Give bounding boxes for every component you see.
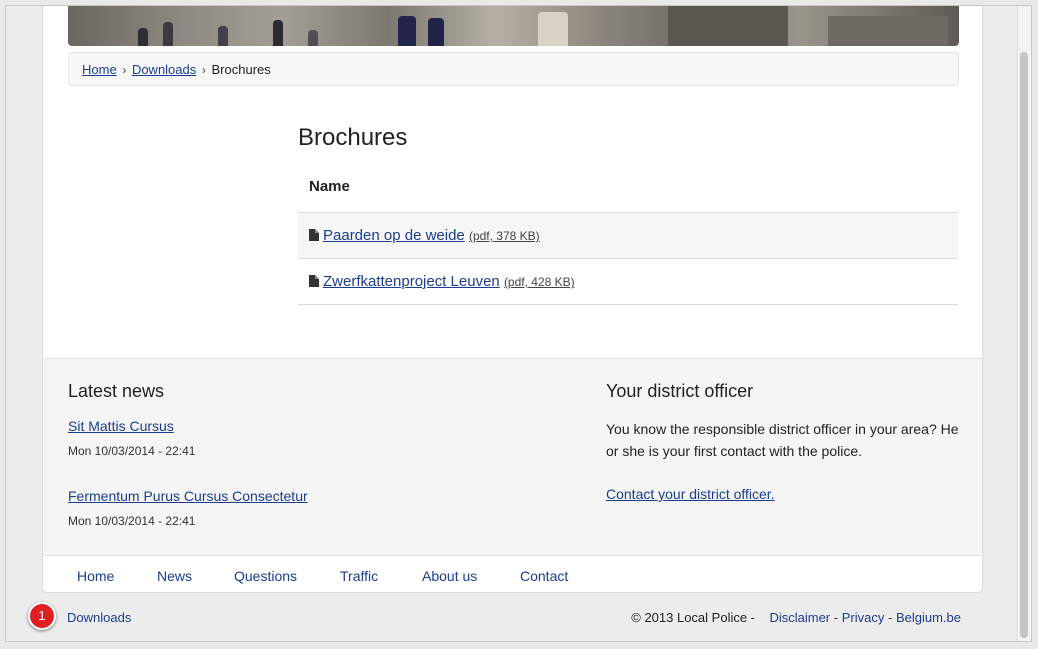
- file-icon: [309, 274, 319, 291]
- table-header-name: Name: [298, 168, 958, 213]
- news-link[interactable]: Fermentum Purus Cursus Consectetur: [68, 488, 308, 504]
- files-table: Name Paarden op de weide (pdf, 378 KB) Z…: [298, 168, 958, 305]
- breadcrumb-current: Brochures: [211, 62, 271, 77]
- news-link[interactable]: Sit Mattis Cursus: [68, 418, 174, 434]
- latest-news-title: Latest news: [68, 381, 165, 401]
- district-officer-text: You know the responsible district office…: [606, 421, 959, 459]
- page-title: Brochures: [298, 124, 408, 151]
- district-officer-section: Your district officer You know the respo…: [606, 381, 966, 504]
- bottom-bar: 1 Downloads © 2013 Local Police - Discla…: [6, 602, 1031, 636]
- file-meta: (pdf, 378 KB): [468, 229, 540, 243]
- nav-questions[interactable]: Questions: [234, 568, 297, 584]
- file-meta: (pdf, 428 KB): [503, 275, 575, 289]
- downloads-link[interactable]: Downloads: [67, 610, 131, 625]
- annotation-badge: 1: [28, 602, 56, 630]
- district-officer-title: Your district officer: [606, 381, 754, 401]
- news-item: Sit Mattis Cursus Mon 10/03/2014 - 22:41: [68, 418, 308, 458]
- breadcrumb-separator: ›: [201, 63, 206, 77]
- contact-officer-link[interactable]: Contact your district officer.: [606, 486, 775, 502]
- scrollbar-track[interactable]: [1017, 6, 1031, 641]
- page-container: Home › Downloads › Brochures Brochures N…: [42, 6, 983, 593]
- footer-widgets: Latest news Sit Mattis Cursus Mon 10/03/…: [43, 358, 982, 556]
- table-row: Paarden op de weide (pdf, 378 KB): [298, 213, 958, 259]
- footer-nav: Home News Questions Traffic About us Con…: [43, 557, 982, 593]
- browser-frame: Home › Downloads › Brochures Brochures N…: [5, 5, 1032, 642]
- nav-traffic[interactable]: Traffic: [340, 568, 378, 584]
- belgium-link[interactable]: Belgium.be: [896, 610, 961, 625]
- scrollbar-thumb[interactable]: [1020, 52, 1028, 638]
- file-link[interactable]: Paarden op de weide: [323, 227, 465, 244]
- breadcrumb: Home › Downloads › Brochures: [68, 52, 959, 86]
- privacy-link[interactable]: Privacy: [842, 610, 885, 625]
- latest-news-section: Latest news Sit Mattis Cursus Mon 10/03/…: [68, 381, 308, 528]
- breadcrumb-downloads-link[interactable]: Downloads: [132, 62, 196, 77]
- separator: -: [833, 610, 839, 625]
- breadcrumb-home-link[interactable]: Home: [82, 62, 117, 77]
- file-icon: [309, 228, 319, 245]
- copyright: © 2013 Local Police - Disclaimer - Priva…: [631, 610, 961, 625]
- news-item: Fermentum Purus Cursus Consectetur Mon 1…: [68, 488, 308, 528]
- copyright-text: © 2013 Local Police -: [631, 610, 756, 625]
- news-date: Mon 10/03/2014 - 22:41: [68, 514, 196, 528]
- breadcrumb-separator: ›: [122, 63, 127, 77]
- table-row: Zwerfkattenproject Leuven (pdf, 428 KB): [298, 259, 958, 305]
- nav-contact[interactable]: Contact: [520, 568, 568, 584]
- file-link[interactable]: Zwerfkattenproject Leuven: [323, 273, 500, 290]
- header-banner-image: [68, 6, 959, 46]
- disclaimer-link[interactable]: Disclaimer: [769, 610, 830, 625]
- separator: -: [887, 610, 893, 625]
- nav-news[interactable]: News: [157, 568, 192, 584]
- nav-home[interactable]: Home: [77, 568, 114, 584]
- news-date: Mon 10/03/2014 - 22:41: [68, 444, 196, 458]
- nav-about-us[interactable]: About us: [422, 568, 477, 584]
